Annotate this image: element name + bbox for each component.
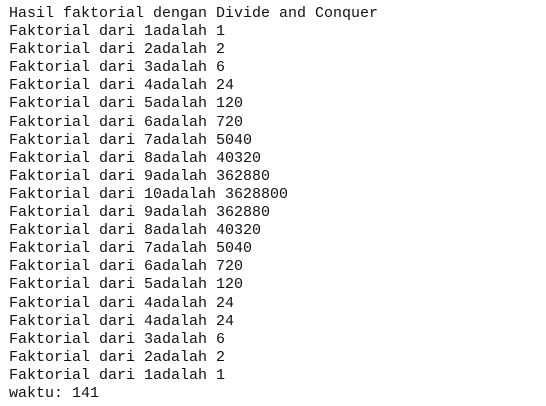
console-footer-line: waktu: 141 (9, 384, 100, 402)
console-line: Faktorial dari 6adalah 720 (9, 113, 244, 131)
console-line: Faktorial dari 7adalah 5040 (9, 131, 253, 149)
console-line: Faktorial dari 8adalah 40320 (9, 222, 262, 240)
console-line: Faktorial dari 5adalah 120 (9, 95, 244, 113)
console-line: Faktorial dari 1adalah 1 (9, 366, 226, 384)
console-line: Faktorial dari 4adalah 24 (9, 294, 235, 312)
console-line: Faktorial dari 3adalah 6 (9, 330, 226, 348)
console-line: Faktorial dari 2adalah 2 (9, 41, 226, 59)
console-line: Faktorial dari 8adalah 40320 (9, 149, 262, 167)
console-header-line: Hasil faktorial dengan Divide and Conque… (9, 5, 379, 22)
console-line: Faktorial dari 6adalah 720 (9, 258, 244, 276)
console-line: Faktorial dari 9adalah 362880 (9, 167, 271, 185)
console-output: Hasil faktorial dengan Divide and Conque… (0, 0, 546, 406)
console-line: Faktorial dari 4adalah 24 (9, 77, 235, 95)
console-line: Faktorial dari 10adalah 3628800 (9, 185, 289, 203)
console-line: Faktorial dari 4adalah 24 (9, 312, 235, 330)
console-line: Faktorial dari 1adalah 1 (9, 23, 226, 41)
console-line: Faktorial dari 5adalah 120 (9, 276, 244, 294)
console-line: Faktorial dari 3adalah 6 (9, 59, 226, 77)
console-line: Faktorial dari 9adalah 362880 (9, 204, 271, 222)
console-line: Faktorial dari 7adalah 5040 (9, 240, 253, 258)
console-line: Faktorial dari 2adalah 2 (9, 348, 226, 366)
